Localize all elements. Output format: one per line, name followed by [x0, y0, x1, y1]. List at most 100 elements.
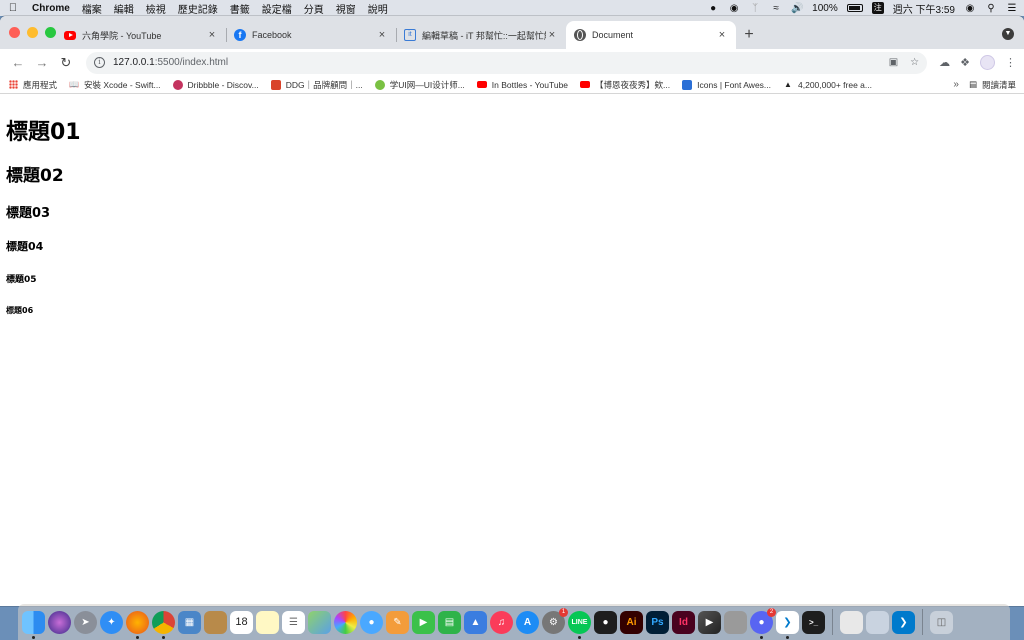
wifi-icon[interactable]: ≈ — [770, 3, 782, 14]
more-menu-icon[interactable]: ⋮ — [1005, 56, 1016, 69]
app-store-icon[interactable]: A — [516, 610, 539, 634]
bookmark-xueui[interactable]: 学UI网—UI设计师... — [374, 79, 465, 91]
system-preferences-icon[interactable]: ⚙ 1 — [542, 607, 568, 634]
extensions-area: ☁ ❖ ⋮ — [939, 55, 1016, 70]
window-close-button[interactable] — [9, 27, 20, 38]
bookmark-xcode[interactable]: 📖 安裝 Xcode - Swift... — [69, 79, 161, 91]
menu-history[interactable]: 歷史記錄 — [178, 1, 218, 16]
tab-document[interactable]: Document × — [566, 21, 736, 49]
preview-icon[interactable]: ▦ — [178, 610, 201, 634]
address-bar[interactable]: i 127.0.0.1:5500/index.html ▣ ☆ — [86, 51, 928, 74]
close-icon[interactable]: × — [206, 29, 218, 41]
close-icon[interactable]: × — [716, 29, 728, 41]
safari-icon[interactable]: ✦ — [100, 610, 123, 634]
info-icon[interactable]: i — [94, 57, 105, 68]
firefox-icon[interactable] — [126, 610, 149, 639]
control-center-icon[interactable]: ☰ — [1006, 3, 1018, 14]
window-minimize-button[interactable] — [27, 27, 38, 38]
spotlight-search-icon[interactable]: ⚲ — [985, 3, 997, 14]
menu-help[interactable]: 說明 — [368, 1, 388, 16]
translate-icon[interactable]: ▣ — [889, 57, 898, 68]
pages-icon[interactable]: ✎ — [386, 610, 409, 634]
bookmark-star-icon[interactable]: ☆ — [910, 57, 919, 68]
menu-app-name[interactable]: Chrome — [32, 3, 70, 14]
reload-icon[interactable]: ↻ — [56, 55, 76, 71]
bookmarks-overflow-button[interactable]: » — [953, 79, 959, 90]
menu-view[interactable]: 檢視 — [146, 1, 166, 16]
terminal-icon[interactable]: >_ — [802, 610, 825, 634]
bookmark-ddg[interactable]: DDG｜品牌顧問｜... — [270, 79, 363, 91]
menu-tab[interactable]: 分頁 — [304, 1, 324, 16]
bookmark-in-bottles[interactable]: In Bottles - YouTube — [476, 79, 569, 90]
omnibox-actions: ▣ ☆ — [889, 57, 919, 68]
apple-menu-icon[interactable]:  — [6, 2, 20, 14]
tab-facebook[interactable]: f Facebook × — [226, 21, 396, 49]
window-fullscreen-button[interactable] — [45, 27, 56, 38]
siri-icon[interactable]: ◉ — [964, 3, 976, 14]
close-icon[interactable]: × — [546, 29, 558, 41]
trash-icon[interactable]: ◫ — [930, 610, 953, 634]
facetime-icon[interactable]: ▶ — [412, 610, 435, 634]
siri-dock-icon[interactable] — [48, 610, 71, 634]
mouse-icon[interactable]: ● — [707, 3, 719, 14]
new-tab-button[interactable]: + — [736, 21, 762, 49]
bluetooth-icon[interactable]: ᛉ — [749, 3, 761, 14]
bookmark-dribbble[interactable]: Dribbble - Discov... — [172, 79, 259, 90]
dock-separator — [832, 609, 833, 635]
extension-icon[interactable]: ☁ — [939, 56, 950, 69]
notebook-icon[interactable] — [204, 610, 227, 634]
finder-icon[interactable] — [22, 610, 45, 639]
bookmark-boen-show[interactable]: 【博恩夜夜秀】欸... — [580, 79, 670, 91]
bookmark-apps[interactable]: 應用程式 — [8, 79, 57, 91]
line-icon[interactable]: LINE — [568, 610, 591, 639]
chrome-icon[interactable] — [152, 610, 175, 639]
back-arrow-icon[interactable]: ← — [8, 55, 28, 70]
keynote-icon[interactable]: ▲ — [464, 610, 487, 634]
reading-list-button[interactable]: ▤ 閱讀清單 — [969, 79, 1016, 91]
illustrator-icon[interactable]: Ai — [620, 610, 643, 634]
menu-file[interactable]: 檔案 — [82, 1, 102, 16]
launchpad-icon[interactable]: ➤ — [74, 610, 97, 634]
menu-profiles[interactable]: 設定檔 — [262, 1, 292, 16]
vscode-stack-icon[interactable]: ❯ — [892, 610, 915, 634]
calendar-icon[interactable]: 18 — [230, 610, 253, 634]
avatar[interactable] — [980, 55, 995, 70]
tab-youtube[interactable]: 六角學院 - YouTube × — [56, 21, 226, 49]
figma-icon[interactable]: ● — [594, 610, 617, 634]
heading-3: 標題03 — [6, 206, 51, 221]
menu-window[interactable]: 視窗 — [336, 1, 356, 16]
photos-icon[interactable] — [334, 610, 357, 634]
document-stack-icon[interactable] — [840, 610, 863, 634]
automator-icon[interactable] — [724, 610, 747, 634]
tab-ithome[interactable]: it 編輯草稿 - iT 邦幫忙::一起幫忙解決難題 × — [396, 21, 566, 49]
ithome-icon: it — [404, 29, 416, 41]
vscode-icon[interactable]: ❯ — [776, 610, 799, 639]
bookmark-label: In Bottles - YouTube — [491, 79, 569, 90]
messages-icon[interactable]: ● — [360, 610, 383, 634]
book-icon: 📖 — [69, 80, 79, 89]
volume-icon[interactable]: 🔊 — [791, 3, 803, 14]
screenshot-stack-icon[interactable] — [866, 610, 889, 634]
notes-icon[interactable] — [256, 610, 279, 634]
final-cut-icon[interactable]: ▶ — [698, 610, 721, 634]
menu-edit[interactable]: 編輯 — [114, 1, 134, 16]
indesign-icon[interactable]: Id — [672, 610, 695, 634]
tab-search-icon[interactable]: ▼ — [1002, 28, 1014, 40]
numbers-icon[interactable]: ▤ — [438, 610, 461, 634]
line-tray-icon[interactable]: ◉ — [728, 3, 740, 14]
clock[interactable]: 週六 下午3:59 — [893, 1, 955, 16]
maps-icon[interactable] — [308, 610, 331, 634]
reminders-icon[interactable]: ☰ — [282, 610, 305, 634]
music-icon[interactable]: ♫ — [490, 610, 513, 634]
forward-arrow-icon[interactable]: → — [32, 55, 52, 70]
bookmark-freepik[interactable]: ▲ 4,200,000+ free a... — [783, 80, 872, 90]
puzzle-icon[interactable]: ❖ — [960, 56, 970, 69]
bookmark-font-awesome[interactable]: Icons | Font Awes... — [682, 79, 771, 90]
menu-bookmarks[interactable]: 書籤 — [230, 1, 250, 16]
close-icon[interactable]: × — [376, 29, 388, 41]
input-method-icon[interactable]: 注 — [871, 2, 884, 14]
photoshop-icon[interactable]: Ps — [646, 610, 669, 634]
tab-title: Document — [592, 30, 634, 40]
battery-icon[interactable] — [846, 4, 863, 12]
discord-icon[interactable]: ● 2 — [750, 607, 776, 639]
